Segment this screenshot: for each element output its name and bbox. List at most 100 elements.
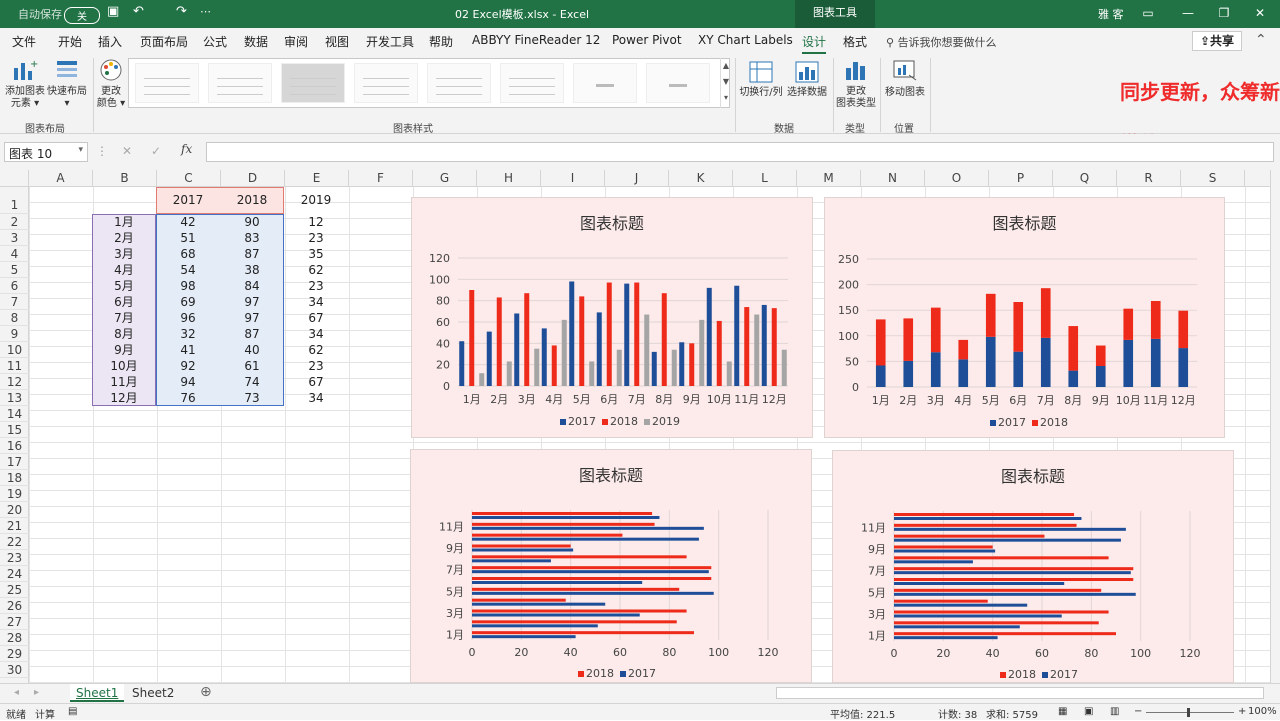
value-cell-2018[interactable]: 97 [220, 310, 284, 326]
bar[interactable] [894, 610, 1109, 614]
value-cell-2019[interactable]: 62 [284, 342, 348, 358]
bar[interactable] [472, 635, 576, 639]
bar[interactable] [472, 591, 714, 595]
bar[interactable] [472, 620, 677, 624]
value-cell-2018[interactable]: 87 [220, 246, 284, 262]
bar[interactable] [1068, 326, 1079, 371]
bar[interactable] [1095, 366, 1106, 387]
bar[interactable] [894, 621, 1099, 625]
row-header[interactable]: 3 [0, 230, 29, 246]
row-header[interactable]: 24 [0, 566, 29, 582]
value-cell-2019[interactable]: 67 [284, 374, 348, 390]
zoom-slider[interactable] [1146, 712, 1234, 713]
value-cell-2018[interactable]: 38 [220, 262, 284, 278]
row-header[interactable]: 1 [0, 187, 29, 214]
tell-me-search[interactable]: ⚲ 告诉我你想要做什么 [886, 34, 997, 50]
value-cell-2017[interactable]: 42 [156, 214, 220, 230]
row-header[interactable]: 6 [0, 278, 29, 294]
value-cell-2019[interactable]: 12 [284, 214, 348, 230]
chart-style-option[interactable] [281, 63, 345, 103]
column-header[interactable]: K [669, 170, 733, 187]
column-header[interactable]: L [733, 170, 797, 187]
bar[interactable] [726, 361, 732, 386]
ribbon-tab-11[interactable]: Power Pivot [612, 33, 682, 47]
bar[interactable] [1013, 351, 1024, 387]
bar[interactable] [479, 373, 485, 386]
column-header[interactable]: B [93, 170, 157, 187]
row-header[interactable]: 8 [0, 310, 29, 326]
column-header[interactable]: J [605, 170, 669, 187]
bar[interactable] [472, 522, 655, 526]
row-header[interactable]: 15 [0, 422, 29, 438]
move-chart-button[interactable]: 移动图表 [882, 87, 928, 99]
zoom-in-icon[interactable]: + [1238, 706, 1246, 717]
bar[interactable] [894, 588, 1102, 592]
legend-marker[interactable] [644, 419, 650, 425]
bar[interactable] [781, 349, 787, 386]
row-header[interactable]: 5 [0, 262, 29, 278]
value-cell-2017[interactable]: 92 [156, 358, 220, 374]
value-cell-2018[interactable]: 61 [220, 358, 284, 374]
value-cell-2017[interactable]: 94 [156, 374, 220, 390]
bar[interactable] [472, 548, 574, 552]
bar[interactable] [894, 592, 1136, 596]
chart-styles-gallery[interactable] [128, 58, 730, 108]
bar[interactable] [472, 516, 660, 519]
bar[interactable] [496, 297, 502, 386]
chart-clustered-bar[interactable]: 图表标题 0 20 40 60 80 100 120 1月 3月 5月 7月 9月 11月 2018 201… [410, 449, 812, 683]
bar[interactable] [1040, 337, 1051, 387]
zoom-level[interactable]: 100% [1248, 706, 1277, 717]
header-cell[interactable]: 2019 [284, 192, 348, 208]
restore-icon[interactable]: ❐ [1214, 4, 1234, 22]
value-cell-2019[interactable]: 67 [284, 310, 348, 326]
bar[interactable] [472, 570, 709, 574]
bar[interactable] [472, 533, 623, 537]
column-header[interactable]: S [1181, 170, 1245, 187]
bar[interactable] [472, 526, 704, 530]
bar[interactable] [671, 349, 677, 386]
ribbon-tab-9[interactable]: 帮助 [429, 33, 453, 50]
column-header[interactable]: M [797, 170, 861, 187]
column-header[interactable]: P [989, 170, 1053, 187]
bar[interactable] [472, 566, 712, 570]
row-header[interactable]: 14 [0, 406, 29, 422]
bar[interactable] [606, 282, 612, 386]
ribbon-display-icon[interactable]: ▭ [1138, 4, 1158, 22]
ribbon-tab-8[interactable]: 开发工具 [366, 33, 414, 50]
bar[interactable] [894, 603, 1028, 607]
bar[interactable] [1150, 338, 1161, 387]
bar[interactable] [541, 328, 547, 386]
ribbon-tab-14[interactable]: 格式 [843, 33, 867, 50]
column-header[interactable]: Q [1053, 170, 1117, 187]
chart-clustered-bar-selected[interactable]: 图表标题 0 20 40 60 80 100 120 1月 3月 5月 7月 9月 11月 2018 201… [832, 450, 1234, 683]
value-cell-2018[interactable]: 74 [220, 374, 284, 390]
header-cell[interactable]: 2018 [220, 192, 284, 208]
column-header[interactable]: A [29, 170, 93, 187]
value-cell-2017[interactable]: 96 [156, 310, 220, 326]
row-header[interactable]: 21 [0, 518, 29, 534]
bar[interactable] [689, 343, 695, 386]
bar[interactable] [930, 352, 941, 387]
bar[interactable] [734, 285, 740, 386]
legend-marker[interactable] [560, 419, 566, 425]
value-cell-2017[interactable]: 32 [156, 326, 220, 342]
bar[interactable] [1178, 348, 1189, 387]
value-cell-2017[interactable]: 41 [156, 342, 220, 358]
value-cell-2019[interactable]: 23 [284, 278, 348, 294]
legend-marker[interactable] [990, 420, 996, 426]
ribbon-tab-7[interactable]: 视图 [325, 33, 349, 50]
value-cell-2019[interactable]: 23 [284, 358, 348, 374]
row-header[interactable]: 26 [0, 598, 29, 614]
bar[interactable] [894, 625, 1020, 629]
ribbon-tab-3[interactable]: 页面布局 [140, 33, 188, 50]
column-header[interactable]: E [285, 170, 349, 187]
value-cell-2018[interactable]: 87 [220, 326, 284, 342]
month-cell[interactable]: 8月 [92, 326, 156, 342]
bar[interactable] [506, 361, 512, 386]
switch-row-column-button[interactable]: 切换行/列 [738, 87, 784, 99]
bar[interactable] [551, 345, 557, 386]
bar[interactable] [472, 544, 571, 548]
bar[interactable] [514, 313, 520, 386]
month-cell[interactable]: 2月 [92, 230, 156, 246]
value-cell-2017[interactable]: 54 [156, 262, 220, 278]
